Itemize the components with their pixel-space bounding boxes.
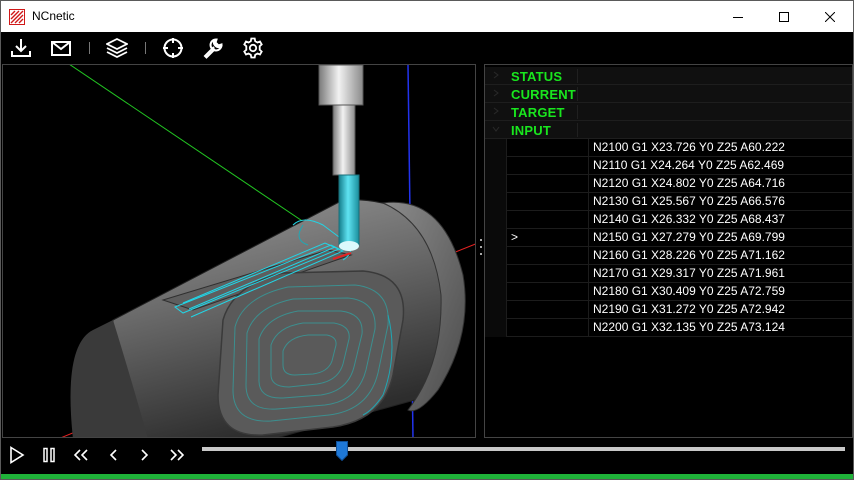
row-marker: [507, 283, 589, 301]
toolbar: [1, 32, 853, 63]
download-button[interactable]: [9, 36, 33, 60]
chevron-left-icon: [109, 449, 117, 461]
table-row[interactable]: N2130 G1 X25.567 Y0 Z25 A66.576: [485, 193, 852, 211]
app-logo-icon: [9, 9, 25, 25]
gcode-line: N2110 G1 X24.264 Y0 Z25 A62.469: [593, 158, 785, 172]
section-label: STATUS: [511, 69, 563, 84]
table-row[interactable]: N2140 G1 X26.332 Y0 Z25 A68.437: [485, 211, 852, 229]
table-row[interactable]: N2120 G1 X24.802 Y0 Z25 A64.716: [485, 175, 852, 193]
wrench-button[interactable]: [201, 36, 225, 60]
row-marker: [507, 211, 589, 229]
progress-slider-thumb[interactable]: [336, 441, 349, 461]
splitter-grip-dot: [480, 253, 482, 255]
gcode-line: N2130 G1 X25.567 Y0 Z25 A66.576: [593, 194, 785, 208]
property-panel: STATUS CURRENT TARGET INPUT N2100 G1 X23…: [484, 64, 853, 438]
gear-icon: [243, 37, 263, 59]
row-marker: [507, 193, 589, 211]
status-bar: [1, 474, 853, 479]
fast-forward-button[interactable]: [166, 443, 188, 467]
splitter-grip-dot: [480, 239, 482, 241]
gcode-line: N2170 G1 X29.317 Y0 Z25 A71.961: [593, 266, 785, 280]
step-back-button[interactable]: [102, 443, 124, 467]
maximize-button[interactable]: [761, 1, 807, 32]
table-row[interactable]: N2160 G1 X28.226 Y0 Z25 A71.162: [485, 247, 852, 265]
gcode-line: N2180 G1 X30.409 Y0 Z25 A72.759: [593, 284, 785, 298]
panel-splitter[interactable]: [477, 64, 484, 438]
layers-button[interactable]: [105, 36, 129, 60]
table-row[interactable]: N2190 G1 X31.272 Y0 Z25 A72.942: [485, 301, 852, 319]
table-row[interactable]: > N2150 G1 X27.279 Y0 Z25 A69.799: [485, 229, 852, 247]
title-bar: NCnetic: [1, 1, 853, 32]
gcode-line: N2100 G1 X23.726 Y0 Z25 A60.222: [593, 140, 785, 154]
gcode-line: N2120 G1 X24.802 Y0 Z25 A64.716: [593, 176, 785, 190]
double-chevron-left-icon: [73, 449, 88, 461]
workpiece-cylinder: [70, 199, 466, 437]
rewind-button[interactable]: [70, 443, 92, 467]
play-icon: [10, 446, 25, 464]
toolbar-separator: [89, 42, 90, 54]
section-current[interactable]: CURRENT: [485, 85, 852, 103]
chevron-right-icon: [493, 107, 499, 115]
row-marker: [507, 265, 589, 283]
wrench-icon: [203, 38, 223, 59]
table-row[interactable]: N2170 G1 X29.317 Y0 Z25 A71.961: [485, 265, 852, 283]
play-button[interactable]: [6, 443, 28, 467]
section-target[interactable]: TARGET: [485, 103, 852, 121]
maximize-icon: [779, 11, 789, 22]
gcode-line: N2200 G1 X32.135 Y0 Z25 A73.124: [593, 320, 785, 334]
settings-button[interactable]: [241, 36, 265, 60]
row-marker: [507, 157, 589, 175]
chevron-right-icon: [493, 89, 499, 97]
chevron-right-icon: [141, 449, 149, 461]
crosshair-button[interactable]: [161, 36, 185, 60]
close-icon: [825, 11, 835, 22]
row-marker: >: [507, 229, 589, 247]
table-row[interactable]: N2110 G1 X24.264 Y0 Z25 A62.469: [485, 157, 852, 175]
close-button[interactable]: [807, 1, 853, 32]
gcode-line: N2160 G1 X28.226 Y0 Z25 A71.162: [593, 248, 785, 262]
splitter-grip-dot: [480, 246, 482, 248]
download-icon: [11, 39, 31, 57]
row-marker: [507, 175, 589, 193]
pause-button[interactable]: [38, 443, 60, 467]
section-label: TARGET: [511, 105, 565, 120]
step-forward-button[interactable]: [134, 443, 156, 467]
chevron-down-icon: [492, 126, 500, 132]
row-marker: [507, 247, 589, 265]
window-title: NCnetic: [32, 9, 75, 23]
gcode-line: N2190 G1 X31.272 Y0 Z25 A72.942: [593, 302, 785, 316]
section-input[interactable]: INPUT: [485, 121, 852, 139]
table-row[interactable]: N2100 G1 X23.726 Y0 Z25 A60.222: [485, 139, 852, 157]
section-label: INPUT: [511, 123, 551, 138]
machining-scene: [61, 65, 475, 437]
table-row[interactable]: N2200 G1 X32.135 Y0 Z25 A73.124: [485, 319, 852, 337]
minimize-button[interactable]: [715, 1, 761, 32]
section-label: CURRENT: [511, 87, 576, 102]
pause-icon: [43, 447, 55, 463]
gcode-line: N2140 G1 X26.332 Y0 Z25 A68.437: [593, 212, 785, 226]
double-chevron-right-icon: [170, 449, 185, 461]
row-marker: [507, 319, 589, 337]
mail-button[interactable]: [49, 36, 73, 60]
app-window: NCnetic STATUS CURRENT TARGET INPUT N210…: [0, 0, 854, 480]
toolbar-separator: [145, 42, 146, 54]
3d-viewport[interactable]: [2, 64, 476, 438]
gcode-line: N2150 G1 X27.279 Y0 Z25 A69.799: [593, 230, 785, 244]
layers-icon: [106, 37, 128, 59]
table-row[interactable]: N2180 G1 X30.409 Y0 Z25 A72.759: [485, 283, 852, 301]
playback-bar: [1, 439, 853, 473]
row-marker: [507, 301, 589, 319]
section-status[interactable]: STATUS: [485, 67, 852, 85]
mail-icon: [51, 41, 71, 56]
row-marker: [507, 139, 589, 157]
minimize-icon: [733, 16, 743, 18]
progress-slider-track[interactable]: [202, 447, 845, 451]
crosshair-icon: [163, 38, 183, 58]
axis-y-line: [69, 65, 339, 246]
chevron-right-icon: [493, 71, 499, 79]
